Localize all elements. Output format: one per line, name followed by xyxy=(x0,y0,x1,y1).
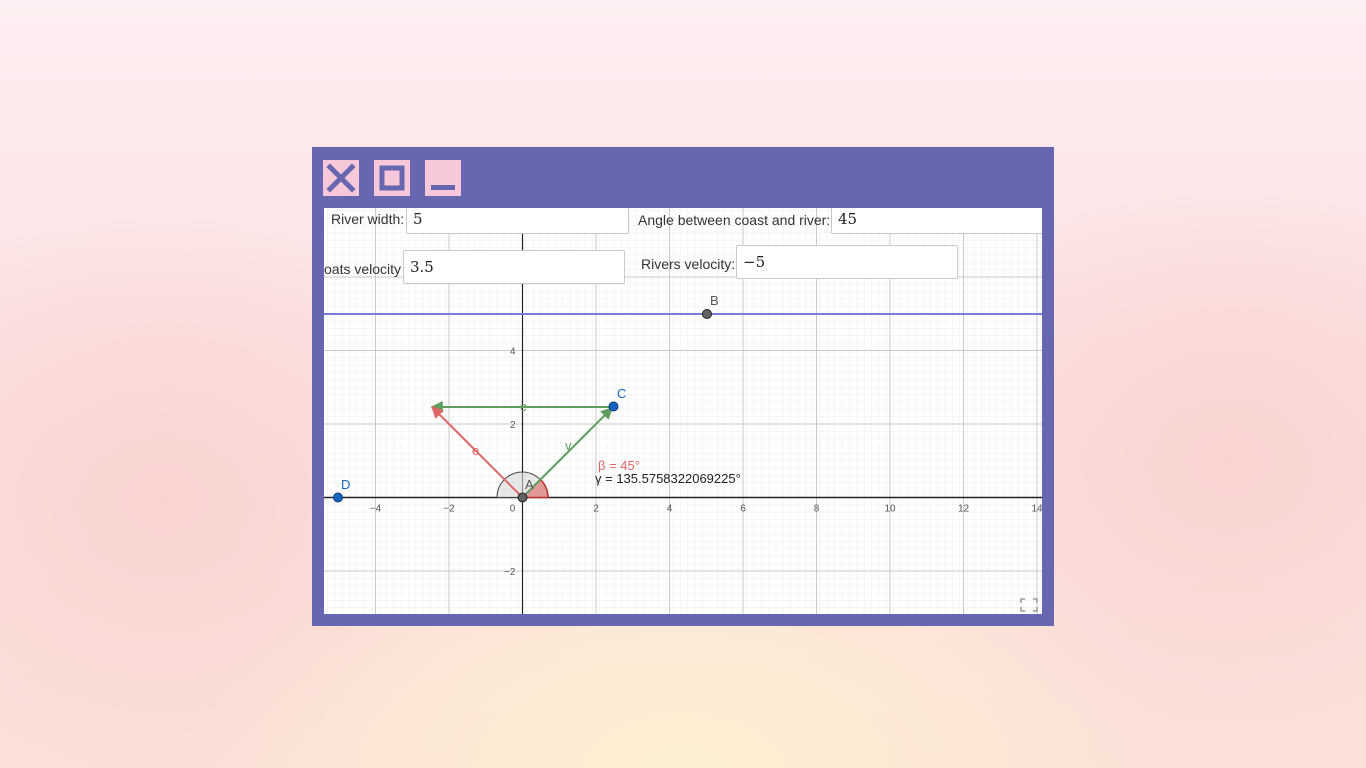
point-b[interactable] xyxy=(702,309,712,319)
river-width-label: River width: xyxy=(331,211,405,227)
maximize-button[interactable] xyxy=(374,160,410,196)
x-tick-label: 12 xyxy=(958,504,970,515)
angle-label: Angle between coast and river: xyxy=(638,212,831,228)
river-width-input[interactable]: 5 xyxy=(406,208,629,234)
x-tick-label: 4 xyxy=(667,504,673,515)
boat-velocity-input[interactable]: 3.5 xyxy=(403,250,625,284)
x-tick-label: 10 xyxy=(884,504,896,515)
x-tick-label: −4 xyxy=(370,504,382,515)
point-d[interactable] xyxy=(333,492,343,503)
y-tick-label: 4 xyxy=(510,347,516,358)
minimize-button[interactable] xyxy=(425,160,461,196)
x-tick-label: −2 xyxy=(443,504,455,515)
x-tick-label: 6 xyxy=(740,504,746,515)
point-b-label: B xyxy=(710,293,719,308)
fullscreen-icon[interactable] xyxy=(1020,598,1038,612)
y-tick-label: 2 xyxy=(510,420,516,431)
graph-canvas[interactable]: −4 −2 0 2 4 6 8 10 12 14 4 2 −2 v c e β = 45° γ = 1… xyxy=(324,208,1042,614)
x-tick-label: 8 xyxy=(814,504,820,515)
app-window: −4 −2 0 2 4 6 8 10 12 14 4 2 −2 v c e β = 45° γ = 1… xyxy=(312,147,1054,626)
x-tick-label: 2 xyxy=(593,504,599,515)
vector-c-label: c xyxy=(520,399,527,414)
x-tick-label: 0 xyxy=(510,504,516,515)
angle-input[interactable]: 45 xyxy=(831,208,1042,234)
point-c[interactable] xyxy=(608,401,619,412)
close-button[interactable] xyxy=(323,160,359,196)
point-a[interactable] xyxy=(517,492,528,503)
point-d-label: D xyxy=(341,477,350,492)
maximize-icon xyxy=(379,165,405,191)
close-icon xyxy=(326,163,356,193)
point-c-label: C xyxy=(617,386,626,401)
x-tick-label: 14 xyxy=(1031,504,1042,515)
vector-v-label: v xyxy=(565,438,572,453)
y-tick-label: −2 xyxy=(504,567,516,578)
minimize-icon xyxy=(431,185,455,190)
angle-gamma-label: γ = 135.5758322069225° xyxy=(595,471,741,486)
boat-velocity-label: oats velocity xyxy=(324,261,402,277)
river-velocity-input[interactable]: −5 xyxy=(736,245,958,279)
vector-e-label: e xyxy=(472,443,479,458)
point-a-label: A xyxy=(525,477,534,492)
river-velocity-label: Rivers velocity: xyxy=(641,256,736,272)
